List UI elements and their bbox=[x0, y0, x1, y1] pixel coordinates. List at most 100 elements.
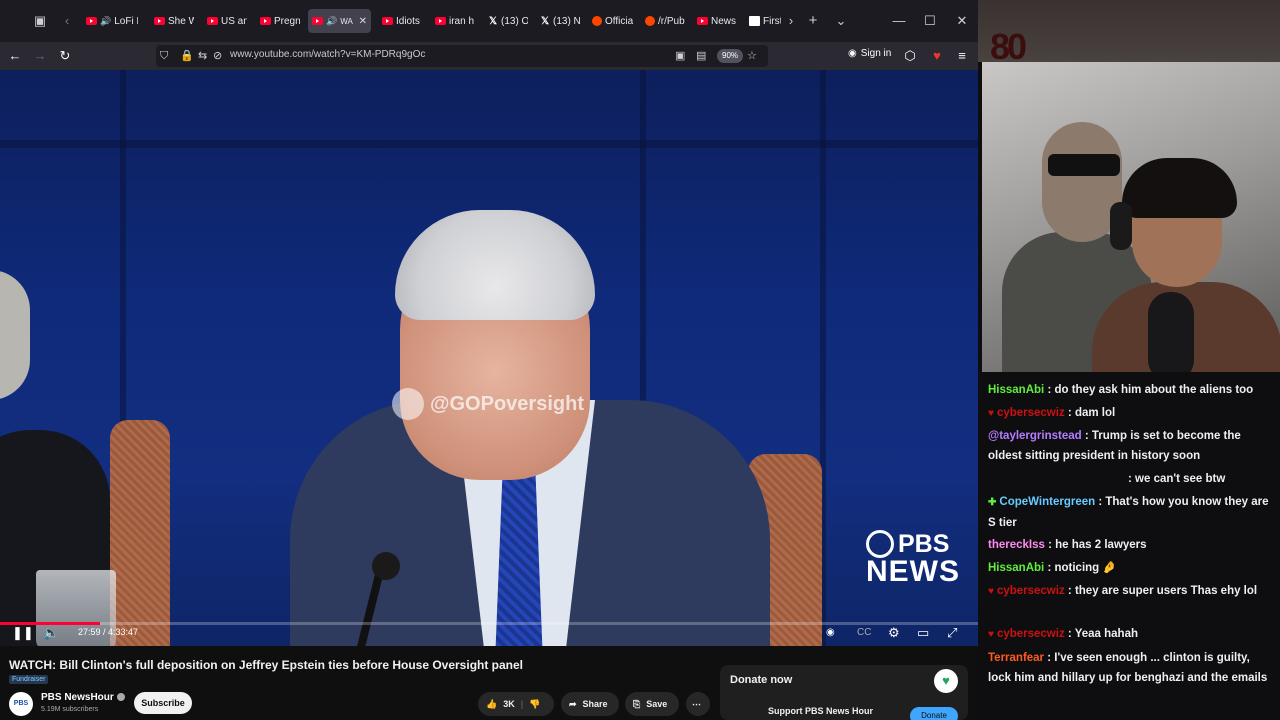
tab-x-2[interactable]: 𝕏 (13) N bbox=[536, 9, 584, 33]
share-icon: ➦ bbox=[569, 698, 577, 709]
watermark: @GOPoversight bbox=[392, 388, 584, 420]
tab-reddit-2[interactable]: /r/Pub bbox=[641, 9, 689, 33]
webcam-feed bbox=[982, 62, 1280, 372]
volume-icon[interactable]: 🔈 bbox=[43, 626, 59, 640]
channel-name[interactable]: PBS NewsHour bbox=[41, 692, 125, 703]
bookmark-star-icon[interactable]: ☆ bbox=[747, 49, 757, 63]
tab-she[interactable]: She W bbox=[150, 9, 198, 33]
chat-message: ✚ CopeWintergreen : That's how you know t… bbox=[988, 492, 1274, 533]
fundraiser-badge[interactable]: Fundraiser bbox=[9, 675, 49, 684]
tab-first[interactable]: First bbox=[745, 9, 785, 33]
theater-mode-icon[interactable]: ▭ bbox=[917, 626, 929, 640]
list-tabs-icon[interactable]: ⌄ bbox=[832, 12, 850, 30]
back-icon[interactable]: ← bbox=[6, 47, 24, 65]
save-button[interactable]: ⎘ Save bbox=[625, 692, 679, 716]
stream-overlay: 80 HissanAbi : do they ask him about the… bbox=[978, 0, 1280, 720]
dislike-icon[interactable]: 👎 bbox=[529, 699, 540, 710]
gem-badge-icon: ✚ bbox=[988, 497, 997, 508]
address-bar[interactable]: ⛉ 🔒 ⇆ ⊘ www.youtube.com/watch?v=KM-PDRq9… bbox=[156, 45, 768, 67]
chat-username[interactable]: cybersecwiz bbox=[997, 628, 1065, 640]
tab-label: iran h bbox=[449, 15, 475, 27]
tab-scroll-left-icon[interactable]: ‹ bbox=[58, 12, 76, 30]
navigation-toolbar: ← → ↻ ⛉ 🔒 ⇆ ⊘ www.youtube.com/watch?v=KM… bbox=[0, 42, 978, 70]
youtube-icon bbox=[260, 17, 271, 25]
zoom-indicator[interactable]: 90% bbox=[717, 49, 744, 63]
tab-news[interactable]: News bbox=[693, 9, 741, 33]
subscribe-button[interactable]: Subscribe bbox=[134, 692, 192, 714]
tab-scroll-right-icon[interactable]: › bbox=[782, 12, 800, 30]
speaker-hair bbox=[395, 210, 595, 320]
share-button[interactable]: ➦ Share bbox=[561, 692, 619, 716]
forward-icon[interactable]: → bbox=[31, 47, 49, 65]
tab-us[interactable]: US an bbox=[203, 9, 251, 33]
fullscreen-icon[interactable]: ⤢ bbox=[947, 626, 957, 640]
chat-username[interactable]: Terranfear bbox=[988, 652, 1044, 664]
tab-x-1[interactable]: 𝕏 (13) O bbox=[484, 9, 532, 33]
close-tab-icon[interactable]: ✕ bbox=[359, 16, 367, 27]
tab-pregn[interactable]: Pregn bbox=[256, 9, 304, 33]
tab-active[interactable]: 🔊 WA PICT ✕ bbox=[308, 9, 371, 33]
chat-username[interactable]: HissanAbi bbox=[988, 562, 1044, 574]
maximize-icon[interactable]: ☐ bbox=[921, 12, 939, 30]
chair bbox=[110, 420, 170, 646]
chat-username[interactable]: cybersecwiz bbox=[997, 585, 1065, 597]
new-tab-icon[interactable]: + bbox=[804, 12, 822, 30]
tab-reddit-1[interactable]: Officia bbox=[588, 9, 638, 33]
menu-icon[interactable]: ≡ bbox=[953, 47, 971, 65]
picture-in-picture-icon[interactable]: ▣ bbox=[675, 49, 685, 63]
tab-label: First bbox=[763, 15, 781, 27]
autoplay-toggle-icon[interactable]: ◉ bbox=[826, 626, 835, 640]
chat-text: noticing bbox=[1054, 562, 1100, 574]
pause-icon[interactable]: ❚❚ bbox=[12, 626, 34, 640]
chat-text: we can't see btw bbox=[1135, 473, 1226, 485]
microphone-icon bbox=[372, 552, 400, 580]
close-window-icon[interactable]: ✕ bbox=[953, 12, 971, 30]
tab-label: US an bbox=[221, 15, 247, 27]
more-icon: ⋯ bbox=[692, 698, 701, 709]
extensions-icon[interactable]: ⬡ bbox=[901, 47, 919, 65]
settings-icon[interactable]: ⚙ bbox=[888, 626, 900, 640]
chat-username[interactable]: HissanAbi bbox=[988, 384, 1044, 396]
permissions-icon[interactable]: ⇆ bbox=[198, 49, 207, 63]
tab-iran[interactable]: iran h bbox=[431, 9, 479, 33]
like-icon[interactable]: 👍 bbox=[486, 699, 497, 710]
progress-bar[interactable] bbox=[0, 622, 978, 625]
video-title: WATCH: Bill Clinton's full deposition on… bbox=[9, 658, 524, 672]
lock-icon[interactable]: 🔒 bbox=[180, 49, 194, 63]
reader-view-icon[interactable]: ▤ bbox=[696, 49, 706, 63]
shield-icon[interactable]: ⛉ bbox=[160, 49, 168, 63]
youtube-icon bbox=[435, 17, 446, 25]
like-dislike-group: 👍 3K | 👎 bbox=[478, 692, 554, 716]
tab-idiots[interactable]: Idiots bbox=[378, 9, 426, 33]
heart-badge-icon: ♥ bbox=[988, 408, 994, 419]
chat-message: ♥ cybersecwiz : they are super users Thas… bbox=[988, 581, 1274, 602]
donate-card: Donate now ♥ Support PBS News Hour Donat… bbox=[720, 665, 968, 720]
extension-badge-icon[interactable]: ♥ bbox=[928, 47, 946, 65]
captions-icon[interactable]: CC bbox=[857, 626, 871, 640]
speaker-icon[interactable]: 🔊 bbox=[326, 16, 337, 27]
channel-avatar[interactable]: PBS NEWS bbox=[9, 692, 33, 716]
like-count[interactable]: 3K bbox=[503, 699, 515, 709]
reddit-icon bbox=[592, 16, 602, 26]
chat-username[interactable]: CopeWintergreen bbox=[999, 496, 1095, 508]
webcam-header: 80 bbox=[978, 0, 1280, 67]
reload-icon[interactable]: ↻ bbox=[56, 47, 74, 65]
sign-in-label: Sign in bbox=[860, 48, 892, 59]
streamer-hair bbox=[1122, 158, 1237, 218]
sign-in-button[interactable]: ◉ Sign in bbox=[848, 48, 891, 59]
tab-lofi[interactable]: 🔊 LoFi D bbox=[82, 9, 142, 33]
chat-username[interactable]: thereckIss bbox=[988, 539, 1045, 551]
speaker-icon[interactable]: 🔊 bbox=[100, 16, 111, 27]
channel-name-text[interactable]: PBS NewsHour bbox=[41, 692, 114, 703]
url-text[interactable]: www.youtube.com/watch?v=KM-PDRq9gOc bbox=[230, 49, 425, 60]
video-player[interactable]: @GOPoversight PBS NEWS bbox=[0, 70, 978, 646]
chat-message: HissanAbi : noticing 🤌 bbox=[988, 562, 1117, 574]
chat-username[interactable]: cybersecwiz bbox=[997, 407, 1065, 419]
chat-username[interactable]: @taylergrinstead bbox=[988, 430, 1082, 442]
autoplay-blocked-icon[interactable]: ⊘ bbox=[213, 49, 222, 63]
minimize-icon[interactable]: — bbox=[890, 12, 908, 30]
youtube-icon bbox=[154, 17, 165, 25]
firefox-view-icon[interactable]: ▣ bbox=[31, 12, 49, 30]
donate-button[interactable]: Donate bbox=[910, 707, 958, 720]
more-actions-button[interactable]: ⋯ bbox=[686, 692, 710, 716]
